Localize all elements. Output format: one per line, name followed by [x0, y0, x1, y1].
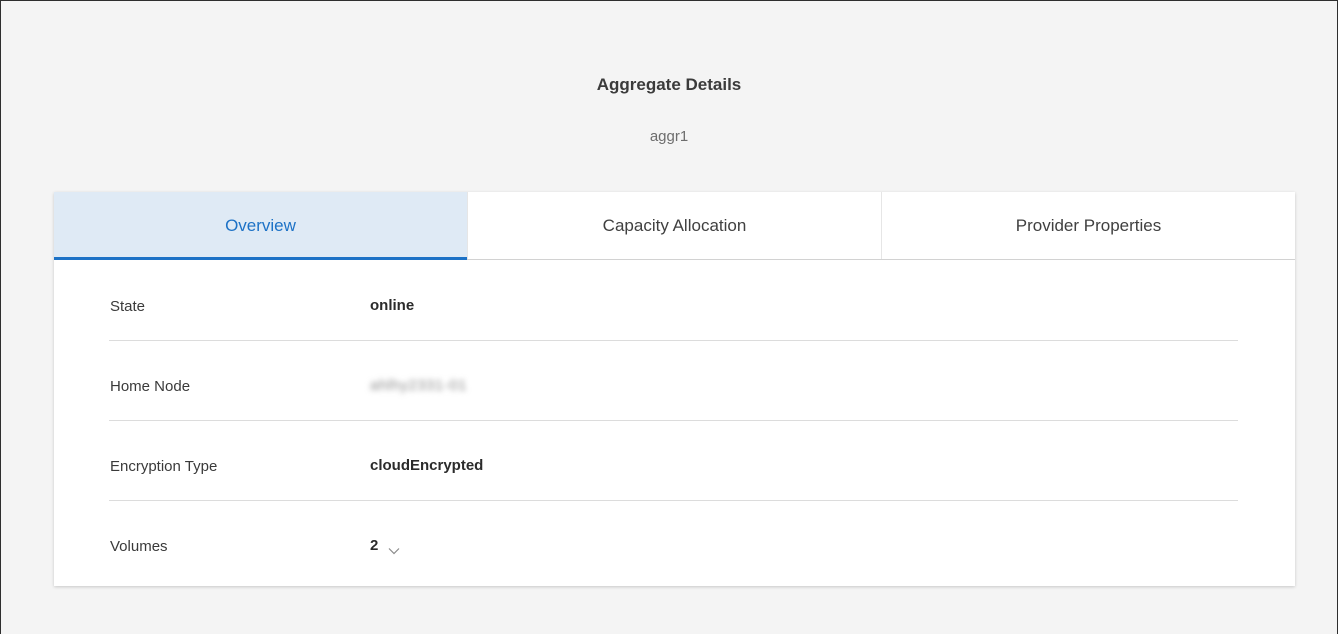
state-label: State — [110, 298, 146, 315]
volumes-label: Volumes — [110, 538, 168, 555]
tab-capacity-allocation[interactable]: Capacity Allocation — [468, 192, 882, 259]
detail-row-volumes: Volumes 2 — [109, 501, 1238, 581]
detail-row-state: State online — [109, 261, 1238, 341]
overview-details-list: State online Home Node ahlhy2331-01 Encr… — [109, 261, 1238, 581]
aggregate-name: aggr1 — [649, 128, 689, 145]
tab-bar: Overview Capacity Allocation Provider Pr… — [54, 192, 1295, 260]
volumes-value-group: 2 — [370, 537, 400, 554]
chevron-down-icon[interactable] — [388, 542, 400, 554]
detail-row-home-node: Home Node ahlhy2331-01 — [109, 341, 1238, 421]
home-node-value: ahlhy2331-01 — [370, 377, 467, 394]
tab-overview[interactable]: Overview — [54, 192, 468, 260]
tab-provider-properties[interactable]: Provider Properties — [882, 192, 1295, 259]
volumes-count: 2 — [370, 537, 379, 554]
encryption-type-value: cloudEncrypted — [370, 457, 484, 474]
state-value: online — [370, 297, 415, 314]
aggregate-details-page: Aggregate Details aggr1 Overview Capacit… — [0, 0, 1338, 634]
details-card: Overview Capacity Allocation Provider Pr… — [54, 192, 1295, 586]
page-title: Aggregate Details — [596, 75, 742, 94]
home-node-label: Home Node — [110, 378, 191, 395]
detail-row-encryption-type: Encryption Type cloudEncrypted — [109, 421, 1238, 501]
encryption-type-label: Encryption Type — [110, 458, 218, 475]
